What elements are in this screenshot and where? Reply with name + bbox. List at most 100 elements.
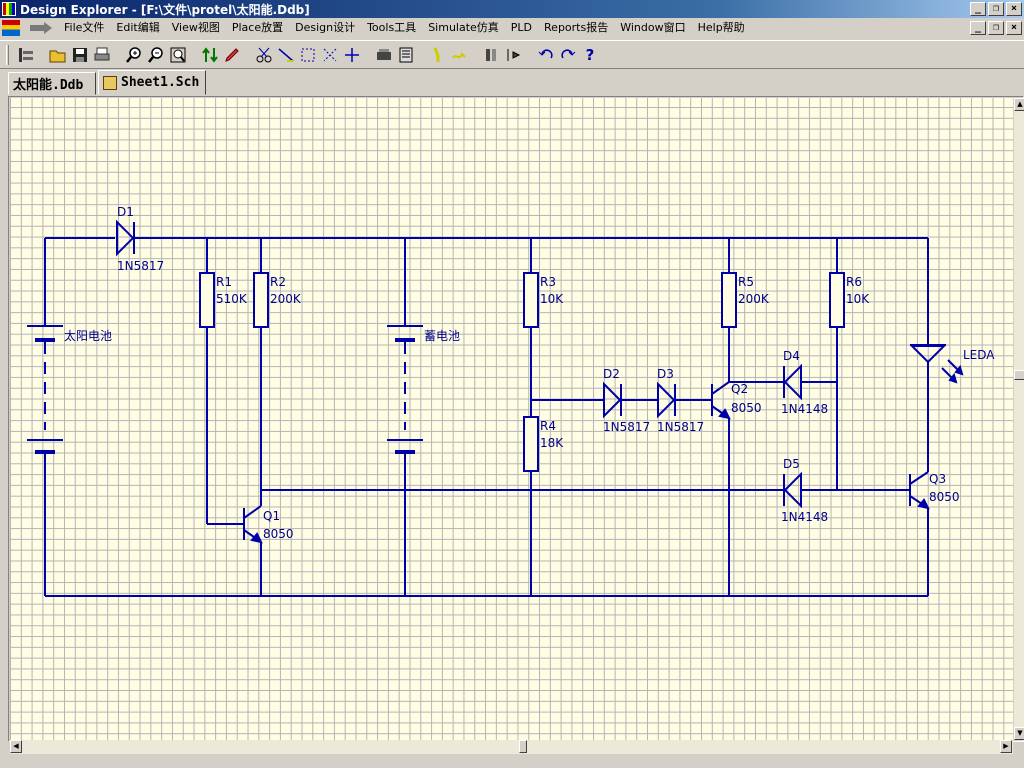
window-title: Design Explorer - [F:\文件\protel\太阳能.Ddb]	[20, 2, 310, 17]
minimize-button[interactable]: _	[970, 2, 986, 16]
r1-value: 510K	[216, 292, 248, 306]
wire-icon[interactable]	[275, 44, 297, 66]
deselect-icon[interactable]	[319, 44, 341, 66]
save-icon[interactable]	[69, 44, 91, 66]
scroll-left-button[interactable]: ◀	[10, 740, 22, 753]
doc-minimize-button[interactable]: _	[970, 21, 986, 35]
horizontal-scrollbar[interactable]: ◀ ▶	[10, 740, 1013, 754]
d2-value: 1N5817	[603, 420, 650, 434]
diode-d3	[657, 381, 676, 419]
horizontal-scroll-thumb[interactable]	[519, 740, 527, 753]
diode-d5	[783, 471, 802, 509]
r6-value: 10K	[846, 292, 870, 306]
arrow-icon[interactable]	[26, 21, 54, 35]
restore-button[interactable]: ❐	[988, 2, 1004, 16]
resistor-r4	[523, 416, 539, 472]
q3-ref: Q3	[929, 472, 946, 486]
d2-ref: D2	[603, 367, 620, 381]
doc-restore-button[interactable]: ❐	[988, 21, 1004, 35]
hierarchy-icon[interactable]	[199, 44, 221, 66]
scroll-down-button[interactable]: ▼	[1014, 727, 1024, 740]
diode-d2	[603, 381, 622, 419]
q1-ref: Q1	[263, 509, 280, 523]
resistor-r2	[253, 272, 269, 328]
open-icon[interactable]	[47, 44, 69, 66]
menu-view[interactable]: View视图	[166, 19, 226, 37]
library-icon[interactable]	[373, 44, 395, 66]
diode-d1	[116, 219, 135, 257]
status-bar	[0, 754, 1024, 768]
schematic-sheet[interactable]: D1 1N5817 R1 510K R2 200K R3 10K R4 18K …	[10, 98, 1013, 740]
r2-value: 200K	[270, 292, 302, 306]
vertical-scroll-thumb[interactable]	[1014, 370, 1024, 380]
vertical-scrollbar[interactable]: ▲ ▼	[1013, 98, 1024, 740]
r5-value: 200K	[738, 292, 770, 306]
d5-ref: D5	[783, 457, 800, 471]
cross-probe-icon[interactable]	[503, 44, 525, 66]
menu-file[interactable]: File文件	[58, 19, 110, 37]
q2-value: 8050	[731, 401, 762, 415]
close-button[interactable]: ×	[1006, 2, 1022, 16]
schematic-doc-icon	[103, 75, 117, 90]
doc-close-button[interactable]: ×	[1006, 21, 1022, 35]
storage-battery-label: 蓄电池	[424, 329, 460, 343]
menu-tools[interactable]: Tools工具	[361, 19, 422, 37]
print-icon[interactable]	[91, 44, 113, 66]
tab-database-label: 太阳能.Ddb	[13, 78, 84, 93]
help-icon[interactable]: ?	[579, 44, 601, 66]
browse-icon[interactable]	[395, 44, 417, 66]
transistor-q3	[909, 471, 930, 510]
d5-value: 1N4148	[781, 510, 828, 524]
transistor-q2	[711, 381, 731, 420]
tab-database[interactable]: 太阳能.Ddb	[8, 72, 96, 95]
edit-icon[interactable]	[221, 44, 243, 66]
highlight-icon[interactable]	[449, 44, 471, 66]
redo-icon[interactable]	[557, 44, 579, 66]
d1-value: 1N5817	[117, 259, 164, 273]
led-ref: LEDA	[963, 348, 995, 362]
menu-pld[interactable]: PLD	[505, 19, 538, 37]
tab-sheet1[interactable]: Sheet1.Sch	[98, 70, 206, 95]
r4-value: 18K	[540, 436, 564, 450]
scroll-right-button[interactable]: ▶	[1000, 740, 1012, 753]
transistor-q1	[243, 505, 263, 544]
r2-ref: R2	[270, 275, 286, 289]
menu-design[interactable]: Design设计	[289, 19, 361, 37]
d3-ref: D3	[657, 367, 674, 381]
design-manager-icon[interactable]	[15, 44, 37, 66]
zoom-fit-icon[interactable]	[167, 44, 189, 66]
menu-simulate[interactable]: Simulate仿真	[422, 19, 505, 37]
scroll-up-button[interactable]: ▲	[1014, 98, 1024, 111]
zoom-out-icon[interactable]	[145, 44, 167, 66]
q3-value: 8050	[929, 490, 960, 504]
zoom-in-icon[interactable]	[123, 44, 145, 66]
select-icon[interactable]	[297, 44, 319, 66]
annotate-icon[interactable]	[481, 44, 503, 66]
undo-icon[interactable]	[535, 44, 557, 66]
menu-help[interactable]: Help帮助	[692, 19, 751, 37]
app-icon[interactable]	[2, 2, 16, 16]
menu-window[interactable]: Window窗口	[614, 19, 691, 37]
toolbar-grip[interactable]	[6, 44, 9, 65]
d1-ref: D1	[117, 205, 134, 219]
r3-ref: R3	[540, 275, 556, 289]
resistor-r1	[199, 272, 215, 328]
resistor-r6	[829, 272, 845, 328]
r5-ref: R5	[738, 275, 754, 289]
menu-reports[interactable]: Reports报告	[538, 19, 614, 37]
q2-ref: Q2	[731, 382, 748, 396]
diode-d4	[783, 363, 802, 401]
probe-icon[interactable]	[427, 44, 449, 66]
move-icon[interactable]	[341, 44, 363, 66]
r6-ref: R6	[846, 275, 862, 289]
d3-value: 1N5817	[657, 420, 704, 434]
r1-ref: R1	[216, 275, 232, 289]
d4-value: 1N4148	[781, 402, 828, 416]
document-icon[interactable]	[2, 20, 20, 36]
r4-ref: R4	[540, 419, 556, 433]
cut-icon[interactable]	[253, 44, 275, 66]
menu-place[interactable]: Place放置	[226, 19, 289, 37]
d4-ref: D4	[783, 349, 800, 363]
menu-edit[interactable]: Edit编辑	[110, 19, 165, 37]
solar-cell-label: 太阳电池	[64, 328, 112, 343]
